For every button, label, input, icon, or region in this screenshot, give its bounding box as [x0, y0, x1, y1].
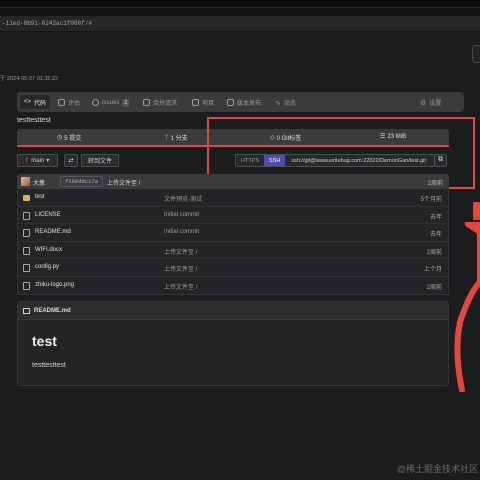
commits-count: 5 提交 [64, 136, 82, 142]
file-time: 去年 [429, 214, 442, 221]
readme-label[interactable]: README.md [34, 308, 71, 314]
commit-message[interactable]: 上传文件至 / [107, 178, 140, 187]
list-item[interactable]: LICENSE Initial commit 去年 [18, 207, 448, 224]
file-icon [23, 281, 30, 290]
file-icon [23, 264, 30, 272]
branches-count: 1 分支 [170, 136, 188, 142]
branches-stat[interactable]: ᚴ 1 分支 [165, 133, 188, 143]
tab-settings[interactable]: ⚙ 设置 [420, 97, 441, 108]
review-icon [58, 99, 65, 106]
annotation-red-marker [473, 202, 480, 220]
tab-issues-label: Issues [102, 99, 120, 106]
latest-commit-bar: 大葱 f369ddc17a 上传文件至 / 2周前 [17, 174, 449, 189]
file-name[interactable]: test [35, 194, 45, 200]
list-item[interactable]: README.md Initial commit 去年 [18, 224, 448, 242]
activity-icon: ∿ [275, 99, 281, 107]
repo-created-date: 于 2024-05-27 01:35:22 [0, 76, 59, 82]
watch-button[interactable] [472, 45, 480, 63]
branch-icon: ᚴ [25, 157, 30, 164]
repo-description: testtesttest [17, 117, 51, 124]
tab-review-label: 评估 [68, 101, 81, 107]
file-commit-message[interactable]: Initial commit [164, 212, 199, 218]
tag-icon [227, 99, 234, 106]
file-commit-message[interactable]: Initial commit [164, 229, 199, 235]
annotation-red-arrow [454, 222, 480, 392]
tab-merge-requests[interactable]: 合并请求 [143, 97, 177, 108]
file-commit-message[interactable]: 上传文件至 / [164, 264, 197, 273]
file-name[interactable]: zhiku-logo.png [35, 282, 74, 288]
branch-name: main [31, 157, 45, 164]
file-icon [23, 229, 30, 237]
file-commit-message[interactable]: 文件预览-测试 [164, 194, 202, 203]
compare-button[interactable]: ⇄ [64, 154, 78, 167]
file-name[interactable]: WIFI.docx [35, 247, 62, 253]
commit-time: 2周前 [427, 181, 443, 187]
tab-releases[interactable]: 版本发布 [227, 97, 261, 108]
compare-icon: ⇄ [68, 158, 74, 164]
chevron-down-icon: ▾ [46, 158, 50, 164]
file-time: 5个月前 [420, 197, 442, 203]
readme-header: README.md [18, 302, 448, 320]
file-name[interactable]: README.md [35, 229, 71, 235]
list-item[interactable]: test 文件预览-测试 5个月前 [18, 189, 448, 207]
list-item[interactable]: zhiku-logo.png 上传文件至 / 2周前 [18, 277, 448, 295]
readme-body: testtesttest [32, 362, 66, 369]
tab-issues[interactable]: Issues 2 [92, 97, 130, 108]
browser-active-tab[interactable] [0, 7, 480, 16]
file-icon [23, 211, 30, 220]
tab-releases-label: 版本发布 [237, 101, 262, 107]
file-commit-message[interactable]: 上传文件至 / [164, 282, 197, 291]
goto-file-button[interactable]: 转到文件 [81, 154, 119, 167]
tab-code[interactable]: <> 代码 [20, 95, 51, 109]
project-icon [192, 99, 199, 106]
code-icon: <> [24, 99, 32, 105]
tab-projects-label: 项目 [202, 101, 215, 107]
branch-icon: ᚴ [165, 134, 169, 141]
tab-review[interactable]: 评估 [58, 97, 80, 108]
commits-stat[interactable]: ◷ 5 提交 [57, 133, 81, 142]
issues-count-badge: 2 [122, 98, 130, 107]
merge-request-icon [143, 99, 150, 106]
file-name[interactable]: config.py [35, 264, 59, 270]
goto-file-label: 转到文件 [87, 159, 112, 165]
folder-icon [23, 195, 30, 201]
tab-merge-requests-label: 合并请求 [153, 101, 178, 107]
address-bar[interactable]: -11ed-8b91-0242ac1f000f/# [0, 16, 480, 32]
commit-hash[interactable]: f369ddc17a [60, 176, 104, 187]
repo-nav-bar: <> 代码 评估 Issues 2 合并请求 项目 版本发布 ∿ 动态 ⚙ 设置 [17, 92, 464, 112]
file-name[interactable]: LICENSE [35, 212, 61, 218]
book-icon [23, 308, 30, 314]
watermark: @稀土掘金技术社区 [396, 464, 478, 474]
file-commit-message[interactable]: 上传文件至 / [164, 247, 197, 256]
file-list: test 文件预览-测试 5个月前 LICENSE Initial commit… [17, 189, 449, 295]
readme-panel: README.md test testtesttest [17, 301, 449, 386]
tab-projects[interactable]: 项目 [192, 97, 214, 108]
list-item[interactable]: config.py 上传文件至 / 上个月 [18, 259, 448, 277]
history-icon: ◷ [57, 135, 63, 141]
list-item[interactable]: WIFI.docx 上传文件至 / 2周前 [18, 242, 448, 259]
address-bar-url[interactable]: -11ed-8b91-0242ac1f000f/# [2, 20, 92, 27]
branch-selector[interactable]: ᚴ main ▾ [17, 154, 58, 167]
issue-icon [92, 99, 99, 106]
commit-author[interactable]: 大葱 [33, 178, 45, 187]
tab-code-label: 代码 [34, 100, 47, 107]
avatar[interactable] [21, 177, 30, 186]
tab-activity[interactable]: ∿ 动态 [275, 97, 296, 108]
file-icon [23, 246, 30, 255]
readme-heading: test [32, 333, 57, 349]
gear-icon: ⚙ [420, 99, 427, 107]
tab-settings-label: 设置 [429, 101, 442, 107]
tab-activity-label: 动态 [283, 101, 296, 107]
